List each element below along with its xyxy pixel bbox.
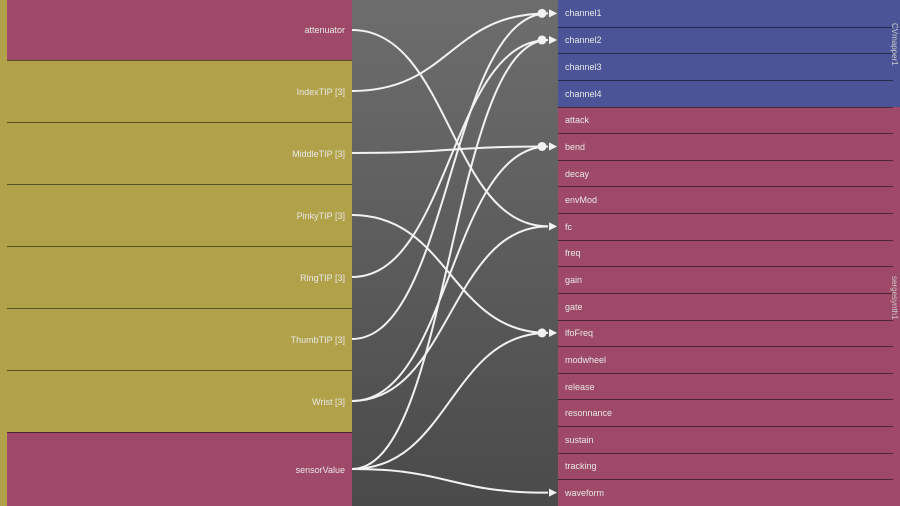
target-row[interactable]: lfoFreq — [558, 320, 893, 347]
connection-path[interactable] — [352, 30, 548, 226]
target-row-label: channel4 — [565, 89, 602, 99]
target-row-label: channel3 — [565, 62, 602, 72]
source-edge-stripe — [0, 0, 7, 506]
target-row-label: gain — [565, 275, 582, 285]
connection-arrowhead — [549, 329, 557, 337]
target-row[interactable]: envMod — [558, 186, 893, 213]
target-row-label: fc — [565, 222, 572, 232]
target-column: channel1 channel2 channel3 channel4 attack be… — [558, 0, 900, 506]
target-row-label: lfoFreq — [565, 328, 593, 338]
target-row-label: envMod — [565, 195, 597, 205]
source-row-label: attenuator — [304, 25, 345, 35]
source-row-label: sensorValue — [296, 465, 345, 475]
target-row[interactable]: tracking — [558, 453, 893, 480]
connection-arrowhead — [549, 142, 557, 150]
connection-path[interactable] — [352, 13, 548, 91]
connection-path[interactable] — [352, 333, 548, 469]
target-row-label: tracking — [565, 461, 597, 471]
source-rows: attenuator IndexTIP [3] MiddleTIP [3] Pinky… — [7, 0, 352, 506]
source-row-label: MiddleTIP [3] — [292, 149, 345, 159]
target-row[interactable]: bend — [558, 133, 893, 160]
target-rows: channel1 channel2 channel3 channel4 attack be… — [558, 0, 893, 506]
connection-path[interactable] — [352, 146, 548, 153]
target-row-label: sustain — [565, 435, 594, 445]
source-column: attenuator IndexTIP [3] MiddleTIP [3] Pinky… — [0, 0, 352, 506]
target-row[interactable]: fc — [558, 213, 893, 240]
source-row-label: Wrist [3] — [312, 397, 345, 407]
target-edge-stripe — [893, 0, 900, 506]
source-row[interactable]: Wrist [3] — [7, 370, 352, 432]
connection-path[interactable] — [352, 40, 548, 469]
target-row-label: channel1 — [565, 8, 602, 18]
target-row[interactable]: freq — [558, 240, 893, 267]
source-row[interactable]: sensorValue — [7, 432, 352, 506]
target-row[interactable]: release — [558, 373, 893, 400]
source-row[interactable]: ThumbTIP [3] — [7, 308, 352, 370]
source-row[interactable]: RingTIP [3] — [7, 246, 352, 308]
target-row-label: release — [565, 382, 595, 392]
target-row[interactable]: decay — [558, 160, 893, 187]
connection-arrowhead — [549, 222, 557, 230]
target-row-label: decay — [565, 169, 589, 179]
connection-dot — [538, 142, 547, 151]
target-row[interactable]: channel1 — [558, 0, 893, 27]
target-row-label: resonnance — [565, 408, 612, 418]
connection-dot — [538, 35, 547, 44]
source-row[interactable]: IndexTIP [3] — [7, 60, 352, 122]
source-row-label: PinkyTIP [3] — [297, 211, 345, 221]
target-row-label: gate — [565, 302, 583, 312]
target-row[interactable]: sustain — [558, 426, 893, 453]
connection-arrowhead — [549, 36, 557, 44]
connection-arrowhead — [549, 489, 557, 497]
source-row[interactable]: PinkyTIP [3] — [7, 184, 352, 246]
target-row-label: modwheel — [565, 355, 606, 365]
connection-path[interactable] — [352, 40, 548, 277]
target-row[interactable]: channel3 — [558, 53, 893, 80]
connection-arrowhead — [549, 9, 557, 17]
target-row-label: bend — [565, 142, 585, 152]
target-row-label: waveform — [565, 488, 604, 498]
source-row-label: RingTIP [3] — [300, 273, 345, 283]
connection-path[interactable] — [352, 13, 548, 339]
connection-arrowhead — [549, 329, 557, 337]
connection-arrowhead — [549, 142, 557, 150]
connection-path[interactable] — [352, 146, 548, 401]
target-row[interactable]: gain — [558, 266, 893, 293]
target-row[interactable]: channel4 — [558, 80, 893, 107]
target-row[interactable]: gate — [558, 293, 893, 320]
connection-path[interactable] — [352, 215, 548, 333]
source-row-label: IndexTIP [3] — [297, 87, 345, 97]
target-row[interactable]: channel2 — [558, 27, 893, 54]
target-row-label: channel2 — [565, 35, 602, 45]
source-row[interactable]: attenuator — [7, 0, 352, 60]
connection-arrowhead — [549, 222, 557, 230]
target-group-stripe — [893, 107, 900, 506]
target-group-stripe — [893, 0, 900, 107]
connection-dot — [538, 9, 547, 18]
target-row-label: attack — [565, 115, 589, 125]
connection-arrowhead — [549, 36, 557, 44]
connection-path[interactable] — [352, 469, 548, 493]
target-row-label: freq — [565, 248, 581, 258]
target-row[interactable]: attack — [558, 107, 893, 134]
connection-path[interactable] — [352, 226, 548, 401]
connection-dot — [538, 328, 547, 337]
source-row-label: ThumbTIP [3] — [291, 335, 345, 345]
target-row[interactable]: resonnance — [558, 399, 893, 426]
target-row[interactable]: waveform — [558, 479, 893, 506]
source-row[interactable]: MiddleTIP [3] — [7, 122, 352, 184]
connection-arrowhead — [549, 9, 557, 17]
target-row[interactable]: modwheel — [558, 346, 893, 373]
